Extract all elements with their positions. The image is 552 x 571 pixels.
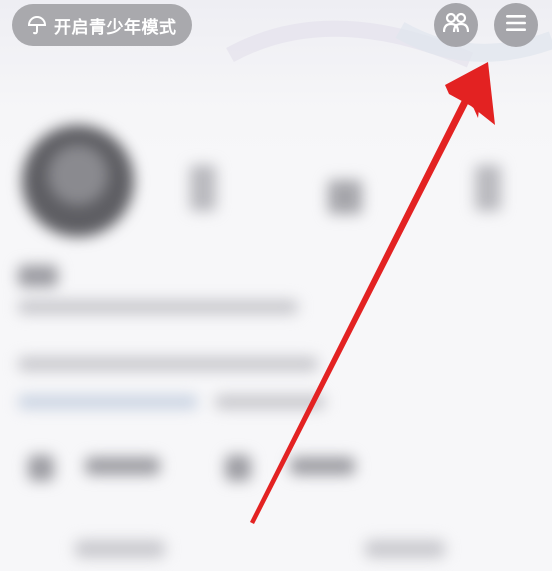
red-arrow-annotation xyxy=(250,62,495,524)
arrow-shape xyxy=(250,66,484,524)
arrow-head xyxy=(445,62,495,125)
